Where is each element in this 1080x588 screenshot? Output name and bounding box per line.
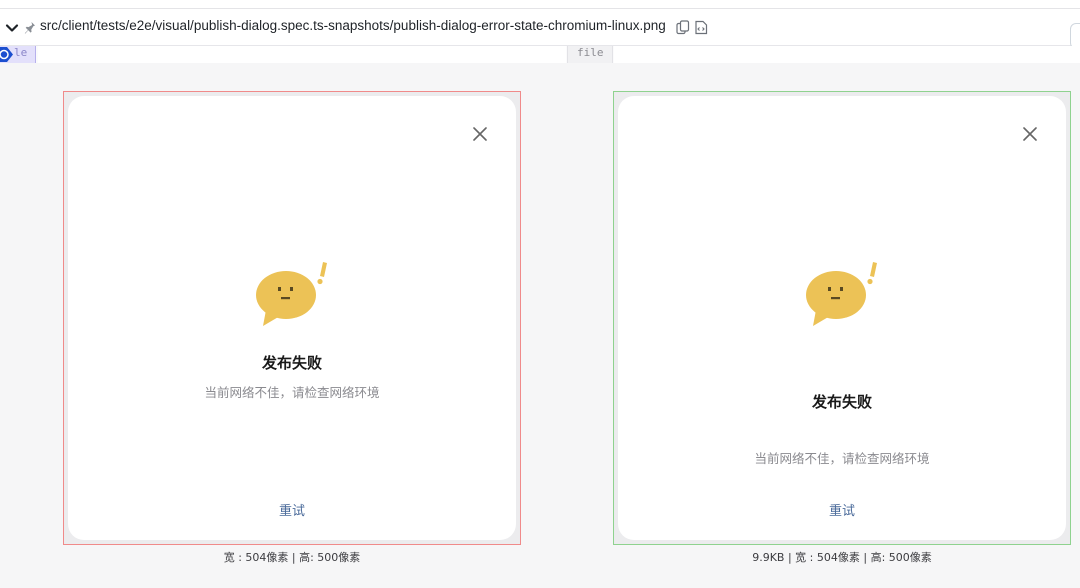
retry-button[interactable]: 重试 xyxy=(618,500,1066,519)
new-image-frame: 发布失败 当前网络不佳，请检查网络环境 重试 xyxy=(613,91,1071,545)
retry-button[interactable]: 重试 xyxy=(68,500,516,519)
dialog-title: 发布失败 xyxy=(261,354,322,372)
old-image-caption: 宽 : 504像素 | 高: 500像素 xyxy=(223,551,361,564)
comment-bubble-icon[interactable] xyxy=(0,45,14,64)
file-path: src/client/tests/e2e/visual/publish-dial… xyxy=(40,18,666,33)
added-file-body xyxy=(614,46,1080,63)
added-file-tab-label: file xyxy=(577,46,604,59)
error-chat-bubble-icon xyxy=(256,262,327,326)
code-icon[interactable] xyxy=(694,20,708,35)
dialog-description: 当前网络不佳，请检查网络环境 xyxy=(204,385,380,400)
deleted-file-tab-label: le xyxy=(14,46,28,59)
deleted-file-body xyxy=(38,46,566,63)
pin-icon xyxy=(24,22,35,34)
file-header: src/client/tests/e2e/visual/publish-dial… xyxy=(0,9,1080,49)
dialog-title: 发布失败 xyxy=(811,393,872,411)
new-image-caption: 9.9KB | 宽 : 504像素 | 高: 500像素 xyxy=(752,551,932,564)
close-icon[interactable] xyxy=(1022,126,1038,142)
added-file-tab[interactable]: file xyxy=(567,46,613,63)
copy-icon[interactable] xyxy=(676,20,690,35)
error-chat-bubble-icon xyxy=(806,262,877,326)
top-strip xyxy=(0,0,1080,9)
chevron-down-icon[interactable] xyxy=(4,20,20,36)
old-image-frame: 发布失败 当前网络不佳，请检查网络环境 重试 xyxy=(63,91,521,545)
publish-dialog: 发布失败 当前网络不佳，请检查网络环境 重试 xyxy=(618,96,1066,540)
diff-tabs-row: le file xyxy=(0,46,1080,63)
dialog-description: 当前网络不佳，请检查网络环境 xyxy=(754,451,930,466)
close-icon[interactable] xyxy=(472,126,488,142)
publish-dialog: 发布失败 当前网络不佳，请检查网络环境 重试 xyxy=(68,96,516,540)
